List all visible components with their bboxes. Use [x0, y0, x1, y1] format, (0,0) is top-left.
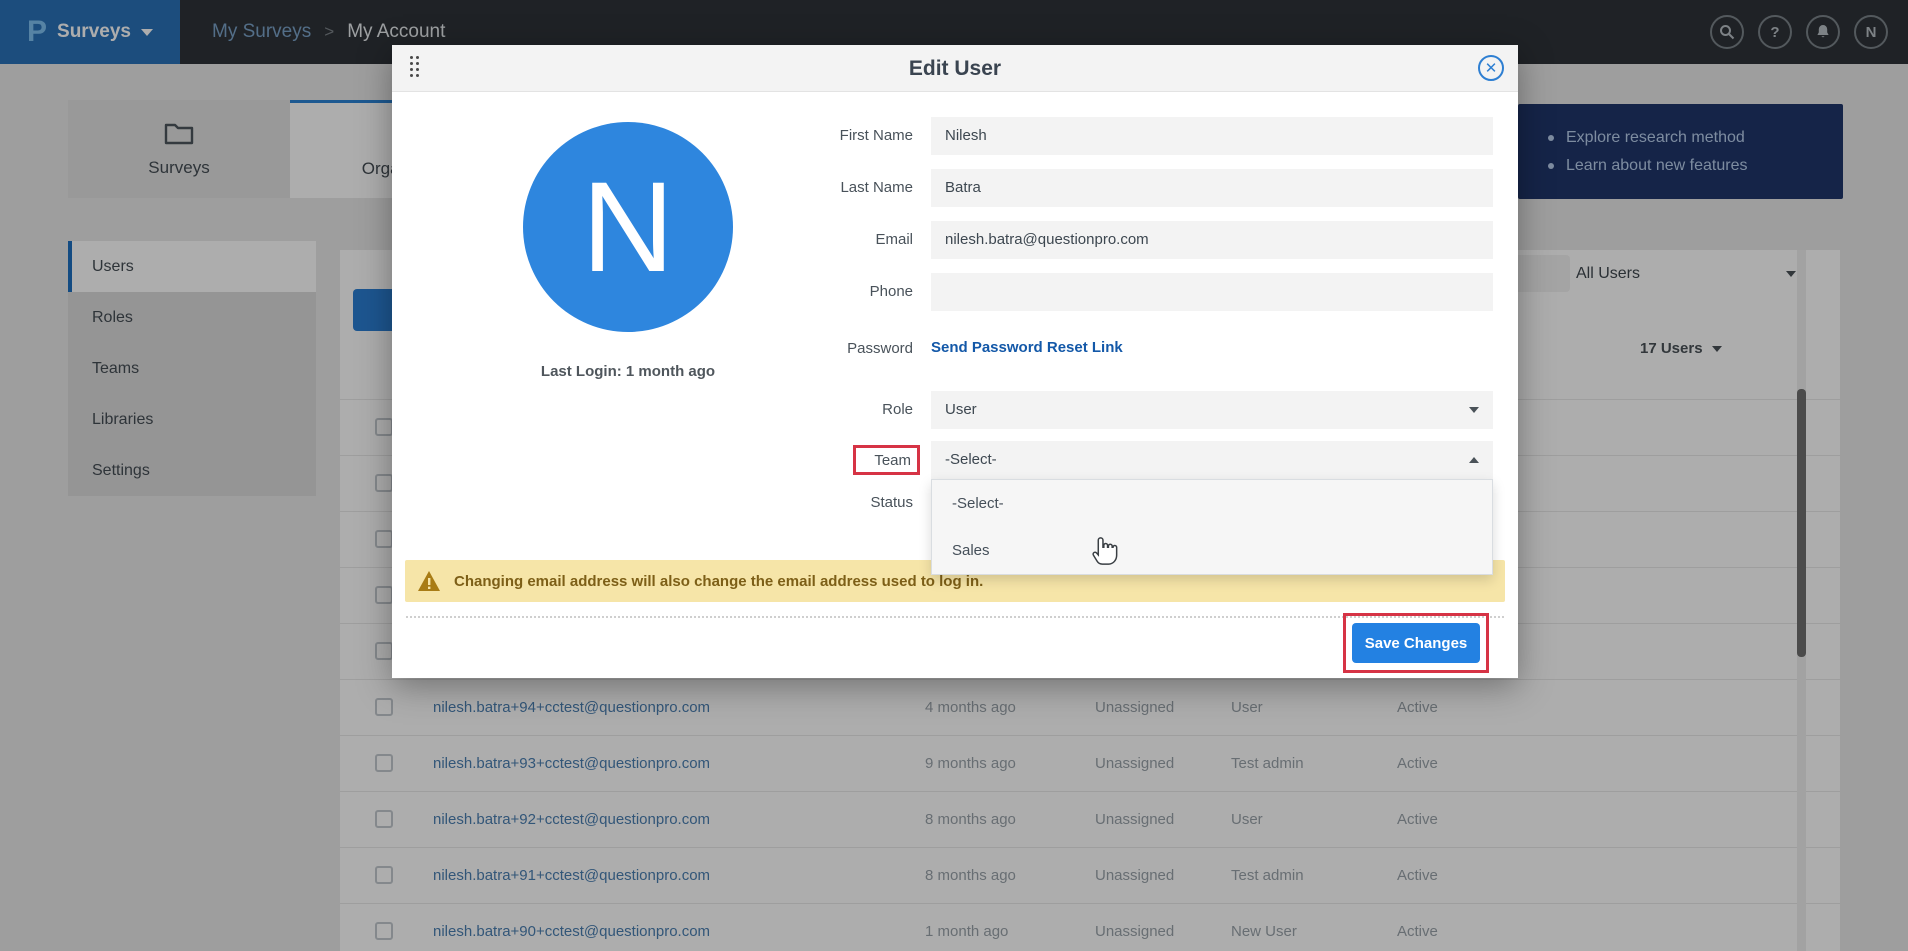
- close-icon[interactable]: ✕: [1478, 55, 1504, 81]
- save-button-annotation-box: Save Changes: [1343, 613, 1489, 673]
- chevron-up-icon: [1469, 457, 1479, 463]
- last-name-label: Last Name: [713, 169, 913, 207]
- team-label: Team: [874, 452, 911, 469]
- app-root: P Surveys My Surveys > My Account ? N Su…: [0, 0, 1908, 951]
- phone-label: Phone: [713, 273, 913, 311]
- role-select[interactable]: User: [931, 391, 1493, 429]
- first-name-value: Nilesh: [945, 127, 987, 144]
- team-option-sales[interactable]: Sales: [932, 527, 1492, 574]
- edit-user-modal: Edit User ✕ N Last Login: 1 month ago Fi…: [392, 45, 1518, 678]
- first-name-label: First Name: [713, 117, 913, 155]
- last-login-text: Last Login: 1 month ago: [478, 363, 778, 380]
- email-input[interactable]: nilesh.batra@questionpro.com: [931, 221, 1493, 259]
- role-label: Role: [713, 391, 913, 429]
- chevron-down-icon: [1469, 407, 1479, 413]
- modal-title: Edit User: [392, 45, 1518, 92]
- modal-header: Edit User ✕: [392, 45, 1518, 92]
- status-label: Status: [713, 493, 913, 513]
- first-name-input[interactable]: Nilesh: [931, 117, 1493, 155]
- last-name-value: Batra: [945, 179, 981, 196]
- mouse-cursor-icon: [1092, 533, 1122, 567]
- user-avatar: N: [523, 122, 733, 332]
- footer-separator: [406, 616, 1504, 618]
- warning-text: Changing email address will also change …: [454, 573, 983, 590]
- phone-input[interactable]: [931, 273, 1493, 311]
- avatar-initial: N: [582, 154, 674, 301]
- save-changes-button[interactable]: Save Changes: [1352, 623, 1480, 663]
- team-selected-value: -Select-: [945, 451, 997, 468]
- last-name-input[interactable]: Batra: [931, 169, 1493, 207]
- close-glyph: ✕: [1485, 61, 1498, 76]
- team-option-select[interactable]: -Select-: [932, 480, 1492, 527]
- email-label: Email: [713, 221, 913, 259]
- send-password-reset-link[interactable]: Send Password Reset Link: [931, 339, 1123, 356]
- team-label-annotation-box: Team: [853, 445, 920, 475]
- team-dropdown-menu: -Select- Sales: [931, 479, 1493, 575]
- team-select[interactable]: -Select-: [931, 441, 1493, 479]
- role-selected-value: User: [945, 401, 977, 418]
- email-value: nilesh.batra@questionpro.com: [945, 231, 1149, 248]
- password-label: Password: [713, 339, 913, 359]
- warning-triangle-icon: [417, 570, 441, 592]
